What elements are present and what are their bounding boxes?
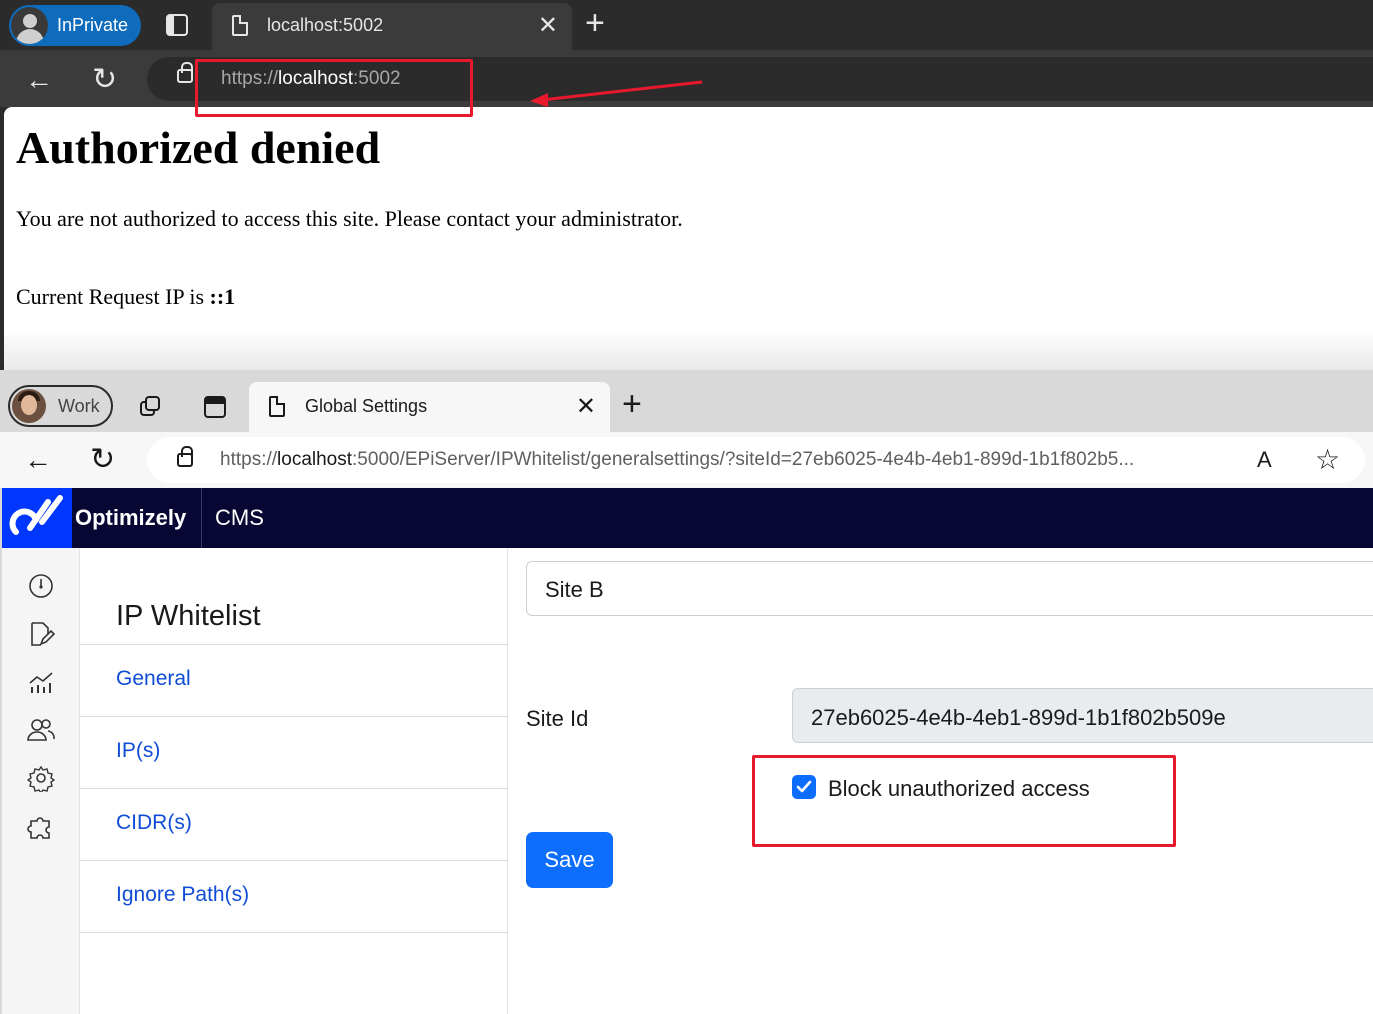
brand-name[interactable]: Optimizely	[75, 505, 186, 531]
page-icon	[232, 15, 248, 36]
inprivate-profile-button[interactable]: InPrivate	[9, 5, 141, 46]
annotation-arrow-icon	[530, 80, 703, 107]
page-icon	[269, 396, 285, 417]
addons-icon[interactable]	[27, 812, 55, 840]
edit-icon[interactable]	[27, 620, 55, 648]
reload-icon[interactable]: ↻	[90, 442, 115, 477]
denied-page: Authorized denied You are not authorized…	[4, 107, 1373, 370]
site-id-value: 27eb6025-4e4b-4eb1-899d-1b1f802b509e	[811, 705, 1226, 730]
subnav-item-cidrs[interactable]: CIDR(s)	[80, 788, 508, 860]
favorite-star-icon[interactable]: ☆	[1315, 443, 1340, 476]
new-tab-icon[interactable]: +	[622, 385, 642, 424]
tab-actions-icon[interactable]	[204, 396, 226, 418]
inprivate-browser-window: InPrivate localhost:5002 ✕ + ← ↻ https:/…	[0, 0, 1373, 370]
back-icon[interactable]: ←	[24, 444, 52, 476]
users-icon[interactable]	[27, 716, 55, 744]
content-fade	[4, 330, 1373, 370]
request-ip-value: ::1	[209, 284, 236, 309]
optimizely-logo-icon[interactable]	[2, 488, 72, 548]
bottom-tab-bar: Work Global Settings ✕ +	[0, 370, 1373, 432]
close-tab-icon[interactable]: ✕	[538, 11, 558, 40]
settings-icon[interactable]	[27, 764, 55, 792]
tab-localhost-5002[interactable]: localhost:5002 ✕	[212, 3, 572, 50]
lock-icon[interactable]	[177, 62, 193, 83]
tab-title: localhost:5002	[267, 15, 384, 35]
reports-icon[interactable]	[27, 668, 55, 696]
cms-left-rail	[2, 548, 80, 1014]
annotation-url-highlight	[195, 59, 473, 117]
site-id-label: Site Id	[526, 706, 589, 731]
bottom-address-row: ← ↻ https://localhost:5000/EPiServer/IPW…	[0, 432, 1373, 488]
product-name[interactable]: CMS	[215, 505, 264, 531]
ip-whitelist-subnav: IP Whitelist General IP(s) CIDR(s) Ignor…	[80, 548, 508, 1014]
close-tab-icon[interactable]: ✕	[576, 392, 596, 421]
work-browser-window: Work Global Settings ✕ + ← ↻ https://loc…	[0, 370, 1373, 1014]
subnav-title: IP Whitelist	[116, 600, 261, 632]
save-button[interactable]: Save	[526, 832, 613, 888]
inprivate-label: InPrivate	[57, 15, 129, 35]
cms-app: Optimizely CMS IP Whitelist General IP(s…	[2, 488, 1373, 1014]
workspaces-icon[interactable]	[140, 396, 162, 418]
read-aloud-icon[interactable]: A	[1257, 447, 1272, 473]
lock-icon[interactable]	[177, 446, 193, 467]
back-icon[interactable]: ←	[25, 64, 53, 96]
tab-title: Global Settings	[305, 396, 428, 416]
denied-heading: Authorized denied	[16, 122, 381, 173]
top-tab-bar: InPrivate localhost:5002 ✕ +	[0, 0, 1373, 50]
site-select-value: Site B	[545, 577, 604, 602]
subnav-item-general[interactable]: General	[80, 644, 508, 716]
site-id-field: 27eb6025-4e4b-4eb1-899d-1b1f802b509e	[792, 688, 1373, 743]
denied-message: You are not authorized to access this si…	[16, 206, 683, 231]
site-select[interactable]: Site B	[526, 561, 1373, 616]
url-text[interactable]: https://localhost:5000/EPiServer/IPWhite…	[220, 449, 1134, 471]
cms-header: Optimizely CMS	[2, 488, 1373, 548]
annotation-checkbox-highlight	[752, 755, 1176, 847]
tab-actions-icon[interactable]	[166, 14, 188, 36]
address-bar[interactable]: https://localhost:5000/EPiServer/IPWhite…	[147, 437, 1365, 483]
new-tab-icon[interactable]: +	[585, 4, 605, 43]
request-ip-line: Current Request IP is ::1	[16, 284, 236, 309]
work-profile-button[interactable]: Work	[8, 385, 113, 427]
reload-icon[interactable]: ↻	[92, 62, 117, 97]
avatar	[12, 389, 46, 423]
header-divider	[201, 488, 202, 548]
subnav-item-ignore-paths[interactable]: Ignore Path(s)	[80, 860, 508, 933]
inprivate-avatar-icon	[11, 7, 48, 44]
work-label: Work	[58, 395, 100, 416]
subnav-item-ips[interactable]: IP(s)	[80, 716, 508, 788]
tab-global-settings[interactable]: Global Settings ✕	[249, 382, 610, 432]
dashboard-icon[interactable]	[27, 572, 55, 600]
